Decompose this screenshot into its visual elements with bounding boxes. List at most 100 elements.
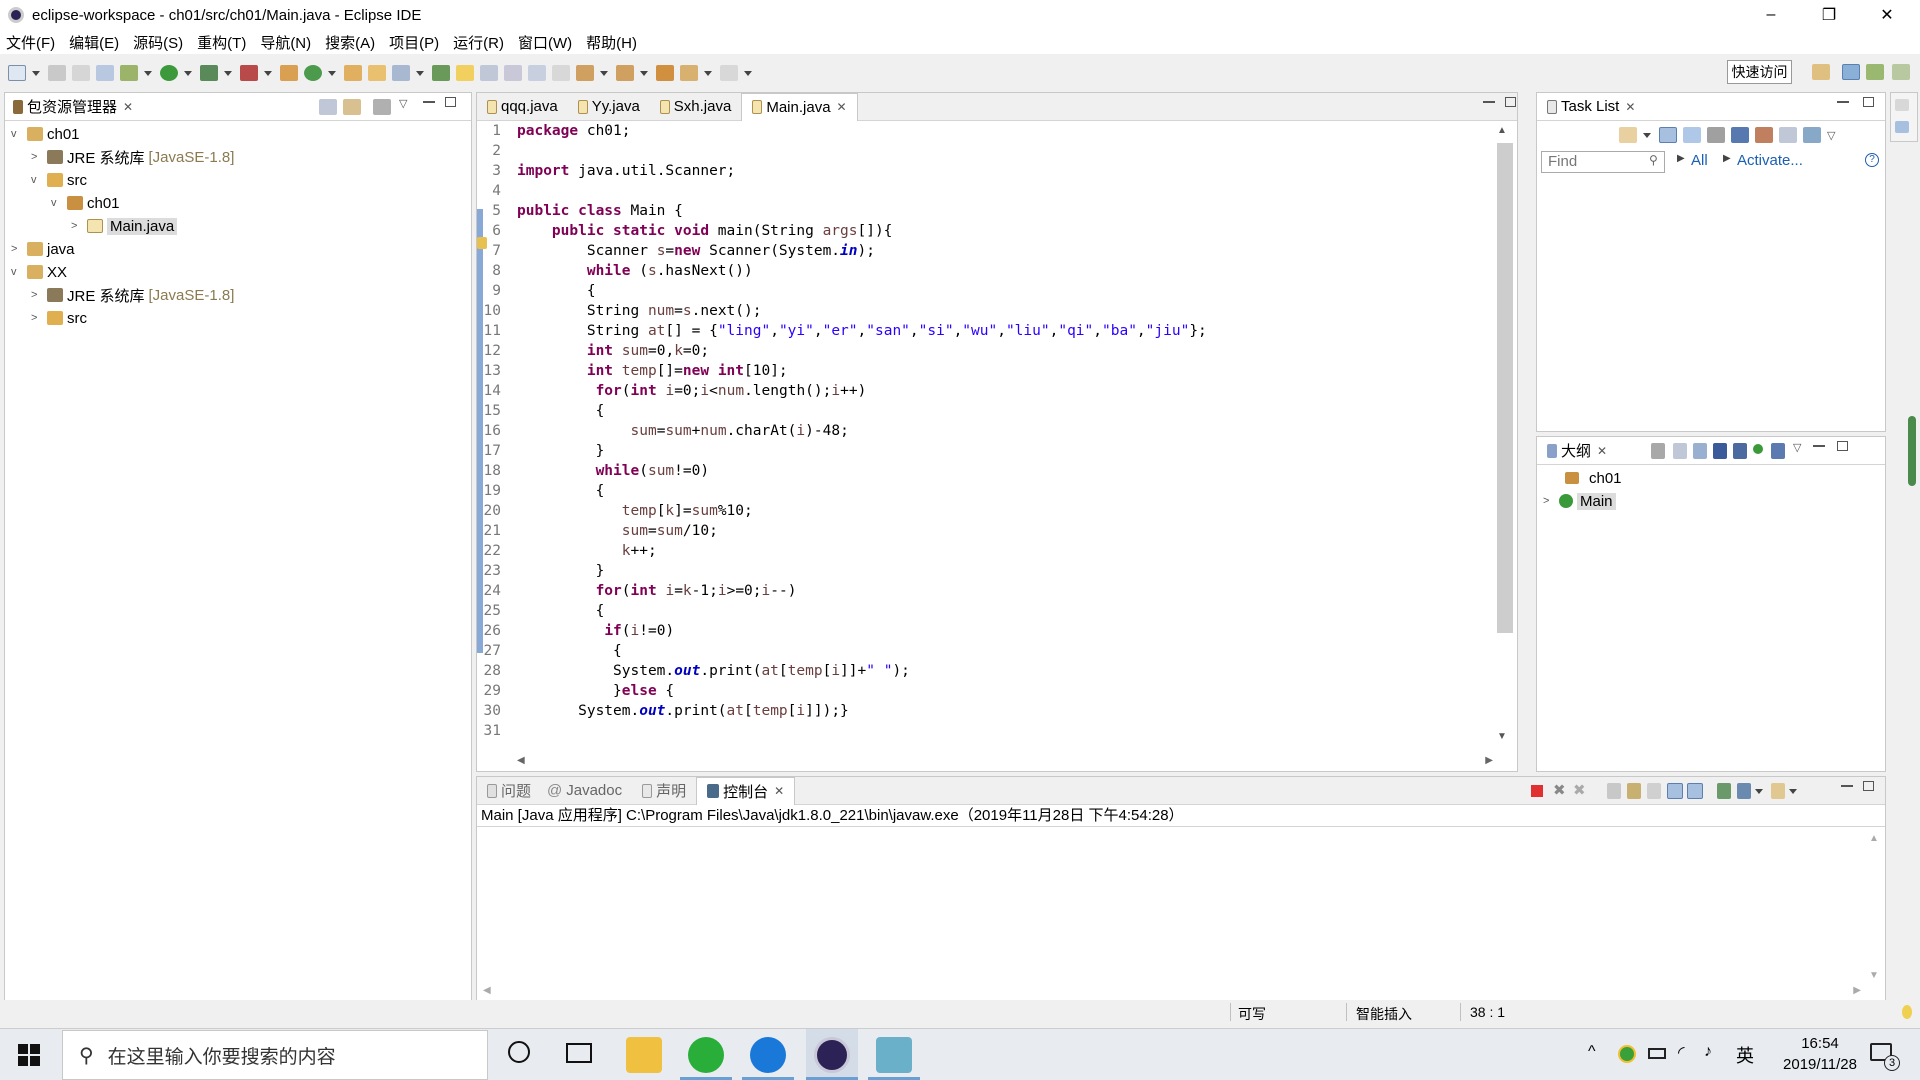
toggle-mark-occurrences-icon[interactable] (432, 65, 450, 81)
close-icon[interactable]: ✕ (837, 100, 847, 114)
collapsed-chevron-icon[interactable]: > (31, 151, 43, 163)
menu-file[interactable]: 文件(F) (6, 32, 55, 53)
tab-problems[interactable]: 问题 (477, 777, 541, 805)
maximize-icon[interactable] (1505, 97, 1516, 107)
word-wrap-icon[interactable] (1647, 783, 1661, 799)
open-type-icon[interactable] (344, 65, 362, 81)
scroll-left-icon[interactable]: ◀ (517, 755, 525, 766)
scroll-right-icon[interactable]: ▶ (1485, 755, 1493, 766)
menu-source[interactable]: 源码(S) (133, 32, 183, 53)
search-dropdown-icon[interactable] (416, 70, 424, 76)
ime-indicator[interactable]: 英 (1736, 1042, 1754, 1068)
new-java-class-icon[interactable] (304, 65, 322, 81)
maximize-icon[interactable] (1863, 97, 1874, 107)
minimize-icon[interactable] (1483, 101, 1495, 103)
new-task-icon[interactable] (1619, 127, 1637, 143)
scroll-left-icon[interactable]: ◀ (483, 985, 491, 996)
show-hidden-icons-chevron-icon[interactable]: ^ (1588, 1043, 1596, 1061)
minimize-button[interactable]: – (1742, 0, 1800, 30)
volume-icon[interactable]: ♪ (1704, 1043, 1712, 1061)
forward-icon[interactable] (720, 65, 738, 81)
debug-icon[interactable] (120, 65, 138, 81)
external-tools-dropdown-icon[interactable] (264, 70, 272, 76)
cortana-icon[interactable] (508, 1041, 530, 1063)
collapse-all-icon[interactable] (1779, 127, 1797, 143)
menu-project[interactable]: 项目(P) (389, 32, 439, 53)
forward-dropdown-icon[interactable] (744, 70, 752, 76)
view-menu-icon[interactable]: ▽ (399, 97, 407, 110)
scroll-down-icon[interactable]: ▼ (1869, 970, 1879, 981)
tree-item-src[interactable]: v src (31, 169, 87, 191)
all-link[interactable]: All (1691, 152, 1708, 169)
wechat-icon[interactable] (688, 1037, 724, 1073)
minimize-icon[interactable] (1813, 445, 1825, 447)
collapsed-chevron-icon[interactable]: > (11, 243, 23, 255)
tab-sxh-java[interactable]: Sxh.java (650, 93, 742, 121)
console-vertical-scrollbar[interactable]: ▲ ▼ (1865, 833, 1883, 981)
external-tools-icon[interactable] (240, 65, 258, 81)
filter-completed-icon[interactable] (1707, 127, 1725, 143)
expanded-chevron-icon[interactable]: v (11, 266, 23, 278)
taskbar-search-box[interactable]: ⚲ 在这里输入你要搜索的内容 (62, 1030, 488, 1080)
prev-annotation-dropdown-icon[interactable] (640, 70, 648, 76)
scheduled-icon[interactable] (1683, 127, 1701, 143)
expanded-chevron-icon[interactable]: v (51, 197, 63, 209)
next-annotation-dropdown-icon[interactable] (600, 70, 608, 76)
debug-dropdown-icon[interactable] (144, 70, 152, 76)
windows-start-icon[interactable] (18, 1044, 40, 1066)
focus-icon[interactable] (1755, 127, 1773, 143)
git-perspective-icon[interactable] (1892, 64, 1910, 80)
view-menu-icon[interactable]: ▽ (1827, 129, 1835, 142)
scrollbar-thumb[interactable] (1497, 143, 1513, 633)
menu-navigate[interactable]: 导航(N) (260, 32, 311, 53)
console-horizontal-scrollbar[interactable]: ◀ ▶ (483, 985, 1861, 999)
java-perspective-icon[interactable] (1842, 64, 1860, 80)
save-icon[interactable] (48, 65, 66, 81)
scroll-lock-icon[interactable] (1627, 783, 1641, 799)
show-whitespace-icon[interactable] (528, 65, 546, 81)
tab-task-list[interactable]: Task List ✕ (1537, 93, 1645, 121)
filters-icon[interactable] (373, 99, 391, 115)
menu-run[interactable]: 运行(R) (453, 32, 504, 53)
show-on-stdout-icon[interactable] (1667, 783, 1683, 799)
close-icon[interactable]: ✕ (1625, 100, 1635, 114)
menu-edit[interactable]: 编辑(E) (69, 32, 119, 53)
tab-package-explorer[interactable]: 包资源管理器 ✕ (5, 93, 143, 121)
block-selection-icon[interactable] (480, 65, 498, 81)
close-icon[interactable]: ✕ (774, 784, 784, 798)
display-console-dropdown-icon[interactable] (1755, 789, 1763, 794)
pin-console-icon[interactable] (1717, 783, 1731, 799)
restore-button[interactable]: ❐ (1800, 0, 1858, 30)
menu-help[interactable]: 帮助(H) (586, 32, 637, 53)
collapsed-chevron-icon[interactable]: > (31, 312, 43, 324)
tab-console[interactable]: 控制台 ✕ (696, 776, 796, 805)
maximize-icon[interactable] (1837, 441, 1848, 451)
link-with-editor-icon[interactable] (343, 99, 361, 115)
collapse-all-icon[interactable] (1673, 443, 1687, 459)
help-icon[interactable]: ? (1865, 153, 1879, 167)
new-class-dropdown-icon[interactable] (328, 70, 336, 76)
coverage-dropdown-icon[interactable] (224, 70, 232, 76)
collapsed-chevron-icon[interactable]: > (71, 220, 83, 232)
open-perspective-icon[interactable] (1812, 64, 1830, 80)
menu-search[interactable]: 搜索(A) (325, 32, 375, 53)
tree-item-jre-library[interactable]: > JRE 系统库 [JavaSE-1.8] (31, 284, 234, 306)
view-menu-icon[interactable]: ▽ (1793, 441, 1801, 454)
scroll-right-icon[interactable]: ▶ (1853, 985, 1861, 996)
tree-item-package-ch01[interactable]: v ch01 (51, 192, 120, 214)
tray-app-icon[interactable] (1618, 1045, 1636, 1063)
categorized-icon[interactable] (1659, 127, 1677, 143)
new-icon[interactable] (8, 65, 26, 81)
close-icon[interactable]: ✕ (1597, 444, 1607, 458)
battery-icon[interactable] (1648, 1048, 1666, 1059)
remove-launch-icon[interactable]: ✖ (1553, 781, 1566, 799)
prev-annotation-icon[interactable] (616, 65, 634, 81)
console-output[interactable] (477, 829, 1861, 981)
sort-alpha-icon[interactable] (1693, 443, 1707, 459)
expanded-chevron-icon[interactable]: v (31, 174, 43, 186)
tree-item-ch01-project[interactable]: v ch01 (11, 123, 80, 145)
hide-tasks-icon[interactable] (1731, 127, 1749, 143)
lightbulb-icon[interactable] (1902, 1005, 1912, 1019)
tree-item-java-project[interactable]: > java (11, 238, 75, 260)
quick-access-input[interactable]: 快速访问 (1727, 60, 1792, 84)
